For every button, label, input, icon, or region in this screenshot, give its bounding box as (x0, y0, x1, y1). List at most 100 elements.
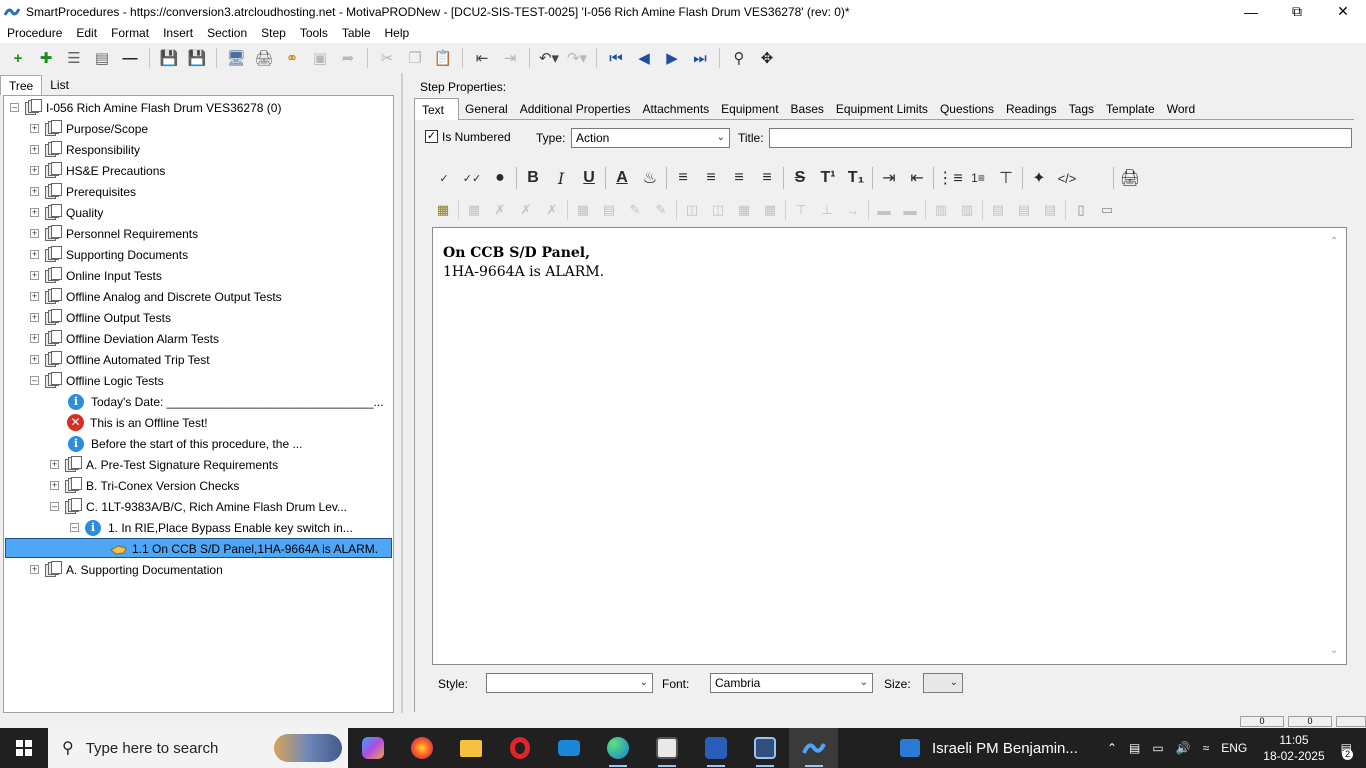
font-select[interactable]: Cambria ⌄ (710, 673, 873, 693)
split-h-icon[interactable]: ▥ (928, 199, 954, 221)
print-icon[interactable]: 🖨 (250, 45, 278, 71)
list-icon[interactable]: ☰ (60, 45, 88, 71)
paste-icon[interactable]: 📋 (429, 45, 457, 71)
tree-section[interactable]: – Offline Logic Tests (30, 370, 164, 391)
size-select[interactable]: ⌄ (923, 673, 963, 693)
window-icon[interactable]: ▣ (306, 45, 334, 71)
tree-section[interactable]: + Offline Automated Trip Test (30, 349, 210, 370)
word-icon[interactable] (691, 728, 740, 768)
undo-icon[interactable]: ↶▾ (535, 45, 563, 71)
delete-col-icon[interactable]: ✗ (539, 199, 565, 221)
language-indicator[interactable]: ENG (1221, 741, 1247, 755)
wifi-icon[interactable]: ≈ (1203, 741, 1210, 755)
notifications-icon[interactable]: ▤ 2 (1341, 741, 1353, 760)
tab-tags[interactable]: Tags (1063, 98, 1100, 120)
expand-icon[interactable]: + (30, 250, 39, 259)
expand-icon[interactable]: + (30, 292, 39, 301)
align-bottom-icon[interactable]: ▤ (1037, 199, 1063, 221)
tree-section[interactable]: + Online Input Tests (30, 265, 162, 286)
clock[interactable]: 11:05 18-02-2025 (1263, 732, 1324, 764)
tab-general[interactable]: General (459, 98, 514, 120)
menu-step[interactable]: Step (254, 26, 293, 40)
delete-row-icon[interactable]: ✗ (513, 199, 539, 221)
increase-indent-icon[interactable]: ⇥ (875, 165, 903, 191)
textbox-vertical-icon[interactable]: ▯ (1068, 199, 1094, 221)
taskbar-search[interactable]: ⚲ Type here to search (48, 728, 348, 768)
expand-icon[interactable]: + (30, 145, 39, 154)
split-cells-icon[interactable]: ▦ (757, 199, 783, 221)
print-icon[interactable]: 🖨 (1116, 165, 1144, 191)
save-icon[interactable]: 💾 (183, 45, 211, 71)
cut-icon[interactable]: ✂ (373, 45, 401, 71)
decrease-indent-icon[interactable]: ⇤ (903, 165, 931, 191)
menu-tools[interactable]: Tools (293, 26, 335, 40)
scroll-down-icon[interactable]: ⌄ (1330, 645, 1338, 656)
insert-col-right-icon[interactable]: ◫ (705, 199, 731, 221)
tree-section[interactable]: + Personnel Requirements (30, 223, 198, 244)
spellcheck-all-icon[interactable]: ✓✓ (458, 165, 486, 191)
collapse-icon[interactable]: – (50, 502, 59, 511)
expand-icon[interactable]: + (30, 124, 39, 133)
tree-section[interactable]: + A. Supporting Documentation (30, 559, 223, 580)
network-drive-icon[interactable]: ▤ (1129, 741, 1140, 755)
tab-tree[interactable]: Tree (0, 75, 43, 95)
align-center-icon[interactable]: ≡ (697, 165, 725, 191)
expand-icon[interactable]: + (30, 334, 39, 343)
tab-text[interactable]: Text (414, 98, 460, 120)
insert-row-icon[interactable]: ▤ (596, 199, 622, 221)
shading-icon[interactable]: ▬ (897, 199, 923, 221)
tree-info-item[interactable]: i Before the start of this procedure, the… (68, 433, 302, 454)
tree-section[interactable]: + Offline Output Tests (30, 307, 171, 328)
collapse-icon[interactable]: – (70, 523, 79, 532)
align-left-icon[interactable]: ≡ (669, 165, 697, 191)
tab-bases[interactable]: Bases (785, 98, 830, 120)
copilot-icon[interactable] (348, 728, 397, 768)
subscript-icon[interactable]: T₁ (842, 165, 870, 191)
volume-icon[interactable]: 🔊 (1176, 741, 1191, 755)
horizontal-rule-icon[interactable]: ⊤ (992, 165, 1020, 191)
tab-readings[interactable]: Readings (1000, 98, 1063, 120)
scroll-up-icon[interactable]: ⌃ (1330, 236, 1338, 247)
file-explorer-icon[interactable] (446, 728, 495, 768)
align-top-icon[interactable]: ▤ (985, 199, 1011, 221)
tab-questions[interactable]: Questions (934, 98, 1000, 120)
expand-icon[interactable]: + (30, 229, 39, 238)
tree-subsection[interactable]: + B. Tri-Conex Version Checks (50, 475, 239, 496)
type-select[interactable]: Action ⌄ (571, 128, 730, 148)
firefox-icon[interactable] (397, 728, 446, 768)
copy-icon[interactable]: ❐ (401, 45, 429, 71)
bullet-list-icon[interactable]: ⋮≡ (936, 165, 964, 191)
tab-equipment-limits[interactable]: Equipment Limits (830, 98, 934, 120)
procedure-tree[interactable]: – I-056 Rich Amine Flash Drum VES36278 (… (3, 95, 394, 713)
merge-cells-icon[interactable]: ▦ (731, 199, 757, 221)
underline-icon[interactable]: U (575, 165, 603, 191)
row-above-icon[interactable]: ⊤ (788, 199, 814, 221)
expand-icon[interactable]: + (30, 355, 39, 364)
tab-additional-properties[interactable]: Additional Properties (514, 98, 637, 120)
expand-icon[interactable]: + (30, 271, 39, 280)
table-props-icon[interactable]: ▦ (461, 199, 487, 221)
save-copy-icon[interactable]: 💾 (155, 45, 183, 71)
find-icon[interactable]: ⚲ (725, 45, 753, 71)
windows-start-icon[interactable] (0, 728, 48, 768)
menu-edit[interactable]: Edit (69, 26, 104, 40)
expand-icon[interactable]: + (50, 460, 59, 469)
italic-icon[interactable]: I (547, 165, 575, 191)
expand-icon[interactable]: + (30, 166, 39, 175)
align-right-icon[interactable]: ≡ (725, 165, 753, 191)
previous-icon[interactable]: ◀ (630, 45, 658, 71)
move-icon[interactable]: ✥ (753, 45, 781, 71)
delete-table-icon[interactable]: ✗ (487, 199, 513, 221)
tree-section[interactable]: + Quality (30, 202, 103, 223)
cell-props-icon[interactable]: ▦ (570, 199, 596, 221)
tree-section[interactable]: + Purpose/Scope (30, 118, 148, 139)
computer-icon[interactable]: 🖥 (222, 45, 250, 71)
tab-template[interactable]: Template (1100, 98, 1161, 120)
tree-subsection[interactable]: + A. Pre-Test Signature Requirements (50, 454, 278, 475)
collapse-icon[interactable]: – (30, 376, 39, 385)
tree-section[interactable]: + Offline Deviation Alarm Tests (30, 328, 219, 349)
outdent-icon[interactable]: ⇥ (496, 45, 524, 71)
remote-app-icon[interactable] (740, 728, 789, 768)
tree-section[interactable]: + Prerequisites (30, 181, 136, 202)
globe-icon[interactable]: ⚭ (278, 45, 306, 71)
